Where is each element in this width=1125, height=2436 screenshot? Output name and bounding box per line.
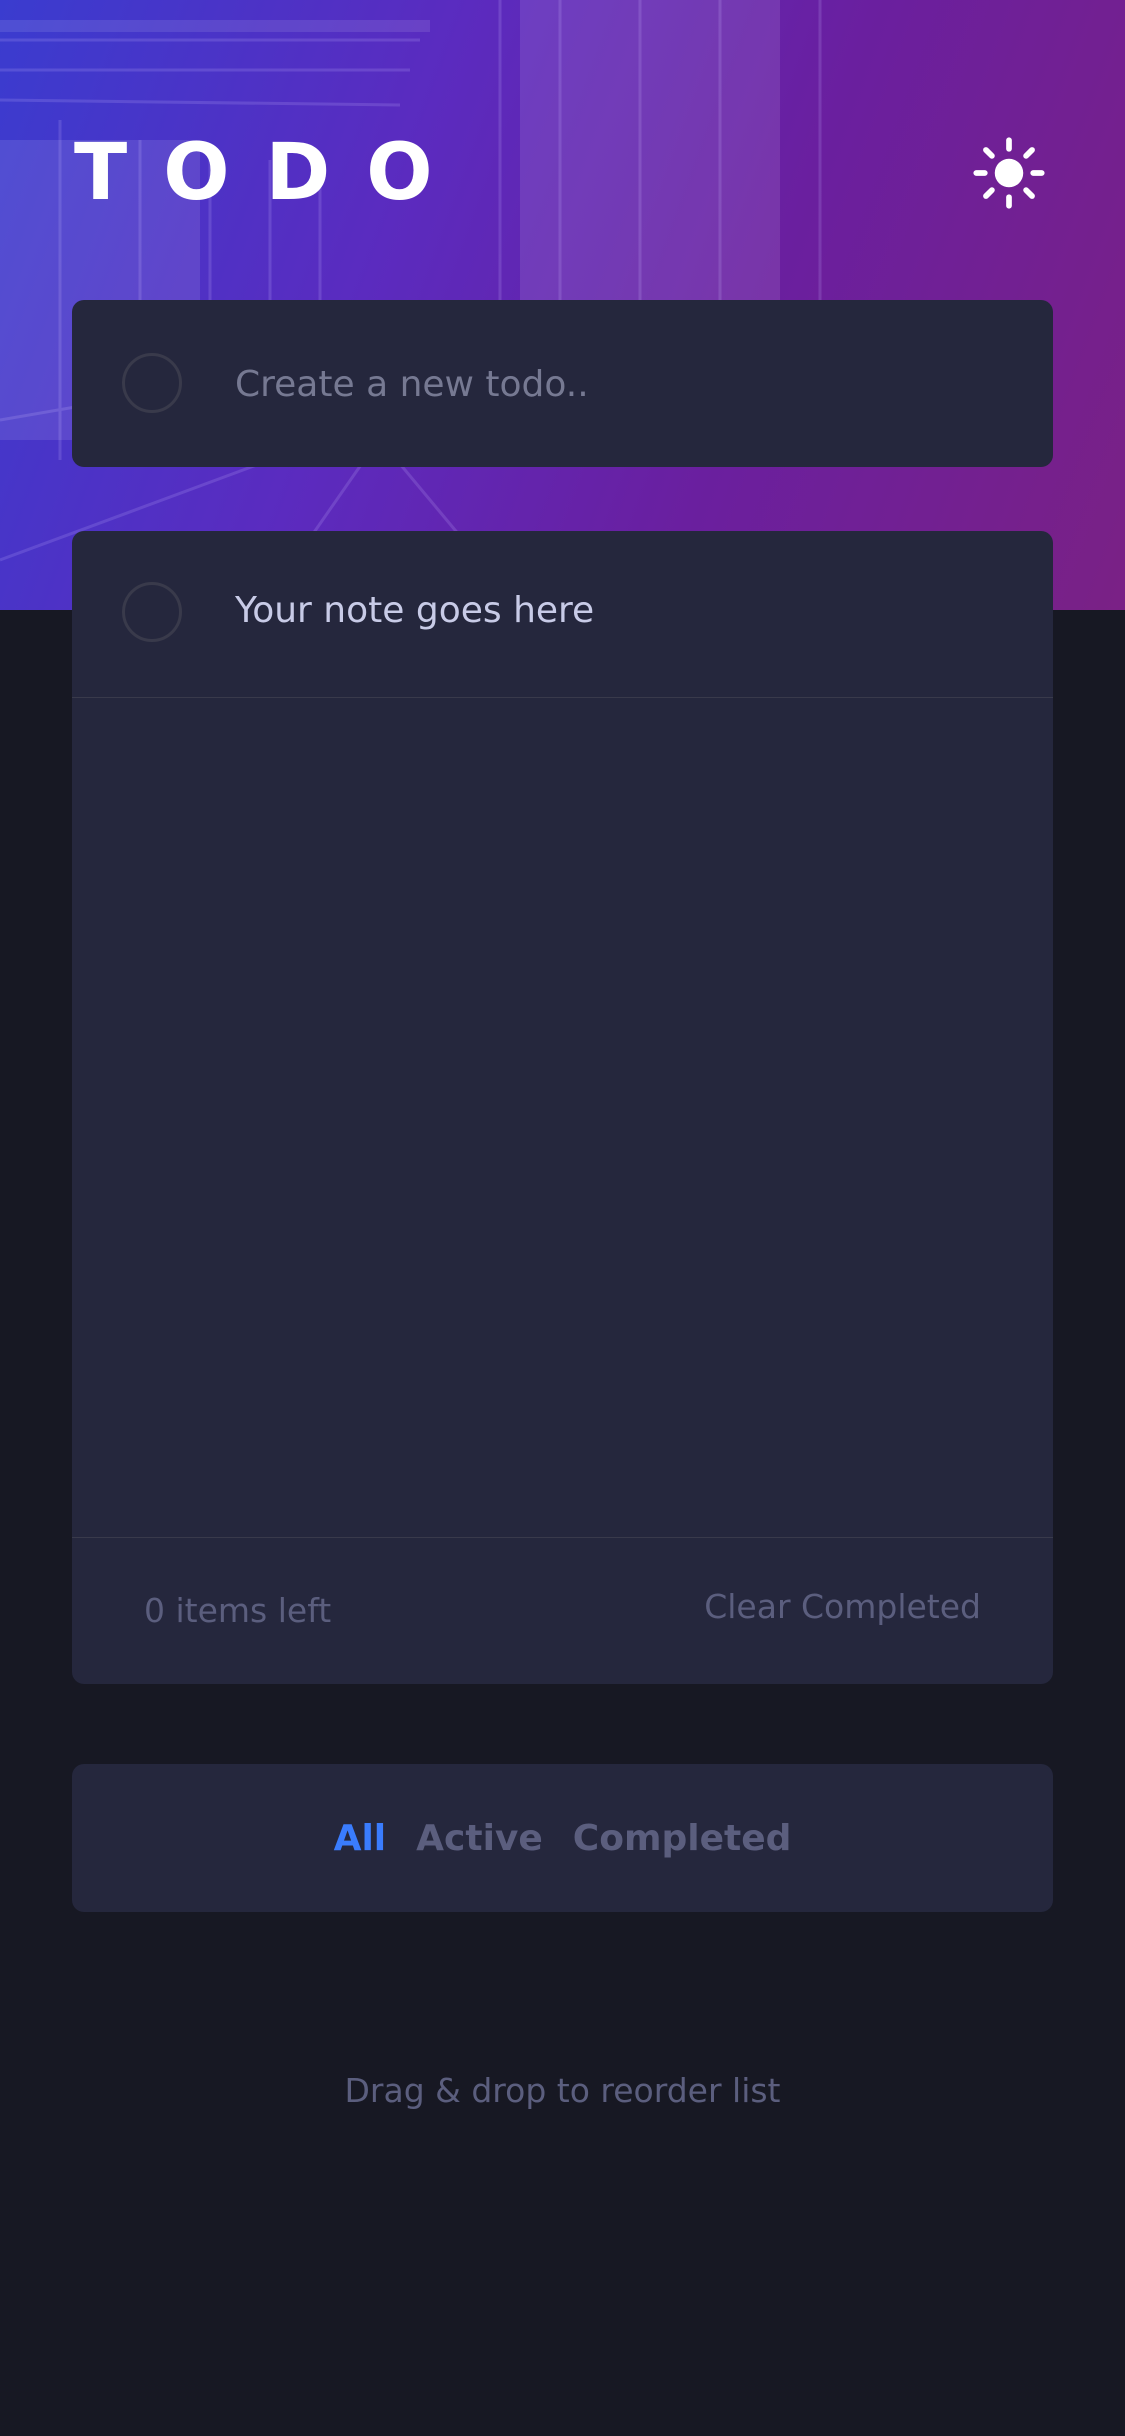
- reorder-hint: Drag & drop to reorder list: [344, 2071, 781, 2110]
- list-footer: 0 items left Clear Completed: [72, 1537, 1053, 1684]
- new-todo-card: [72, 300, 1053, 467]
- filter-all-button[interactable]: All: [334, 1818, 387, 1859]
- todo-item[interactable]: Your note goes here: [72, 531, 1053, 698]
- app-title: TODO: [74, 128, 469, 218]
- todo-checkbox[interactable]: [122, 582, 182, 642]
- clear-completed-button[interactable]: Clear Completed: [704, 1584, 981, 1630]
- todo-list: Your note goes here 0 items left Clear C…: [72, 531, 1053, 1684]
- filter-active-button[interactable]: Active: [416, 1818, 543, 1859]
- filter-completed-button[interactable]: Completed: [573, 1818, 792, 1859]
- filter-bar: All Active Completed: [72, 1764, 1053, 1912]
- new-todo-checkbox[interactable]: [122, 353, 182, 413]
- todo-text: Your note goes here: [235, 590, 595, 631]
- items-left-count: 0 items left: [144, 1591, 332, 1630]
- new-todo-input[interactable]: [235, 340, 1015, 428]
- theme-toggle-button[interactable]: [972, 136, 1046, 210]
- sun-icon: [973, 137, 1045, 209]
